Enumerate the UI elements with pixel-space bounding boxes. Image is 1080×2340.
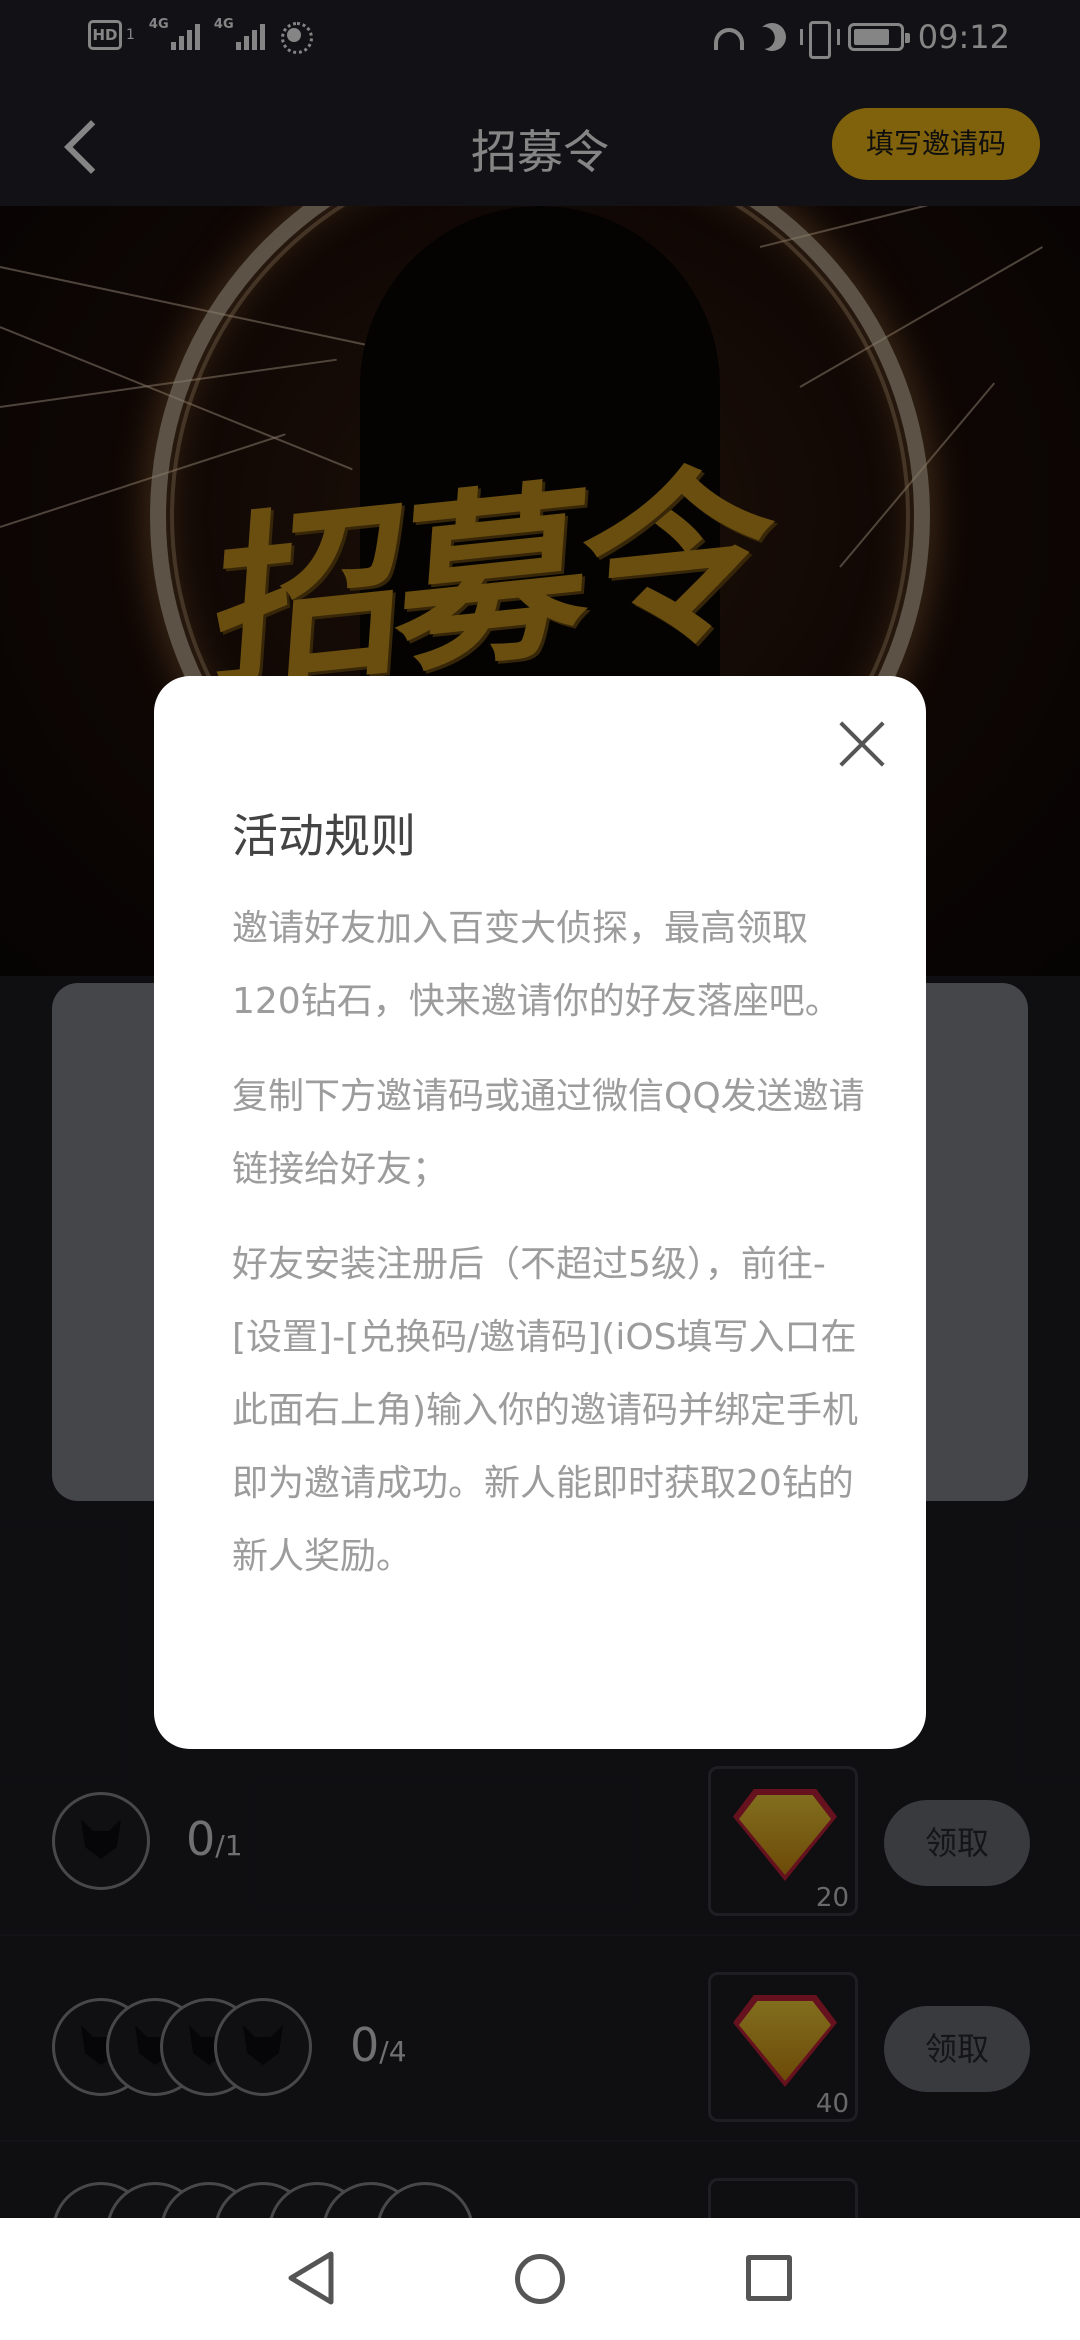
system-nav-bar: [0, 2218, 1080, 2340]
dialog-title: 活动规则: [232, 809, 416, 863]
close-icon[interactable]: [836, 718, 888, 770]
rules-dialog: 活动规则 邀请好友加入百变大侦探，最高领取120钻石，快来邀请你的好友落座吧。 …: [154, 676, 926, 1749]
rule-paragraph: 邀请好友加入百变大侦探，最高领取120钻石，快来邀请你的好友落座吧。: [232, 908, 841, 1022]
nav-home-icon[interactable]: [515, 2254, 565, 2304]
rule-paragraph: 好友安装注册后（不超过5级），前往-[设置]-[兑换码/邀请码](iOS填写入口…: [232, 1244, 859, 1577]
rule-paragraph: 复制下方邀请码或通过微信QQ发送邀请链接给好友；: [232, 1076, 865, 1190]
rules-text: 邀请好友加入百变大侦探，最高领取120钻石，快来邀请你的好友落座吧。 复制下方邀…: [232, 892, 872, 1615]
nav-back-icon[interactable]: [286, 2250, 336, 2306]
nav-recents-icon[interactable]: [746, 2255, 792, 2301]
